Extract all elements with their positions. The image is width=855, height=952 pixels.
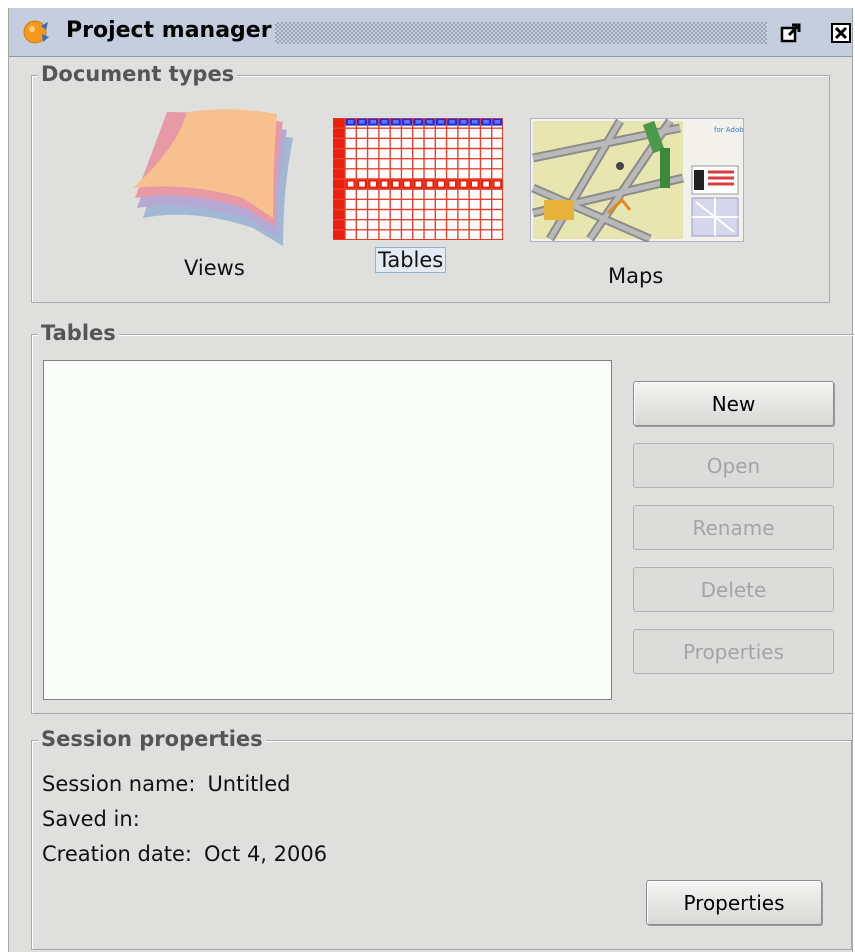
session-properties-title: Session properties bbox=[38, 727, 266, 751]
maps-icon: for Adobe bbox=[530, 118, 744, 242]
document-types-title: Document types bbox=[38, 62, 238, 86]
session-name-value: Untitled bbox=[207, 772, 291, 796]
tables-group-title: Tables bbox=[38, 321, 119, 345]
creation-date-label: Creation date: bbox=[42, 842, 192, 866]
saved-in-row: Saved in: bbox=[42, 807, 152, 831]
session-name-label: Session name: bbox=[42, 772, 196, 796]
open-button[interactable]: Open bbox=[633, 443, 834, 488]
doctype-tables[interactable]: Tables bbox=[329, 116, 509, 286]
title-bar[interactable]: Project manager bbox=[9, 8, 852, 57]
session-name-row: Session name: Untitled bbox=[42, 772, 291, 796]
float-window-icon[interactable] bbox=[779, 22, 803, 44]
tables-label: Tables bbox=[375, 247, 447, 273]
delete-button[interactable]: Delete bbox=[633, 567, 834, 612]
gvsig-logo-icon bbox=[23, 20, 49, 44]
session-properties-button[interactable]: Properties bbox=[646, 880, 822, 925]
map-thumbnail-caption: for Adobe bbox=[714, 126, 744, 134]
views-icon bbox=[133, 109, 293, 246]
views-label: Views bbox=[184, 256, 245, 280]
window-title: Project manager bbox=[66, 18, 272, 43]
project-manager-window: Project manager Document types Views Tab… bbox=[8, 8, 854, 952]
table-properties-button[interactable]: Properties bbox=[633, 629, 834, 674]
rename-button[interactable]: Rename bbox=[633, 505, 834, 550]
tables-icon bbox=[333, 118, 503, 240]
tables-list[interactable] bbox=[43, 360, 612, 700]
title-drag-area[interactable] bbox=[275, 22, 767, 44]
creation-date-row: Creation date: Oct 4, 2006 bbox=[42, 842, 327, 866]
new-button[interactable]: New bbox=[633, 381, 834, 426]
doctype-views[interactable]: Views bbox=[127, 108, 307, 288]
saved-in-label: Saved in: bbox=[42, 807, 140, 831]
doctype-maps[interactable]: for Adobe Maps bbox=[530, 116, 745, 288]
close-window-icon[interactable] bbox=[829, 22, 853, 44]
creation-date-value: Oct 4, 2006 bbox=[203, 842, 328, 866]
maps-label: Maps bbox=[608, 264, 664, 288]
